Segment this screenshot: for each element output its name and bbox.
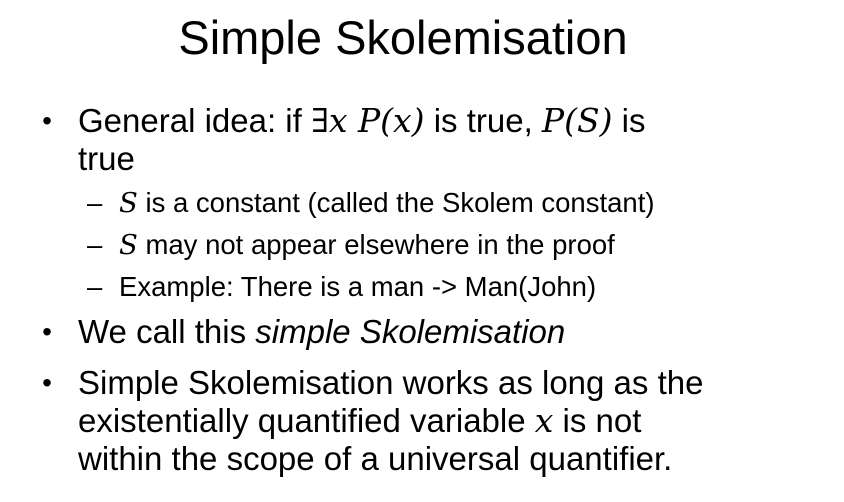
bullet-dot-icon: • xyxy=(42,316,52,347)
bullet-line: true xyxy=(78,140,135,177)
dash-icon: – xyxy=(87,271,103,302)
bullet-dot-icon: • xyxy=(42,105,52,136)
bullet-text: is xyxy=(612,102,646,139)
math-expression: ∃x P(x) xyxy=(310,101,425,140)
bullet-text: is not xyxy=(553,402,642,439)
subbullet-example: – Example: There is a man -> Man(John) xyxy=(87,270,819,304)
subbullet-text: is a constant (called the Skolem constan… xyxy=(137,187,655,218)
emphasis-text: simple Skolemisation xyxy=(255,313,566,350)
bullet-line: General idea: if ∃x P(x) is true, P(S) i… xyxy=(78,102,818,140)
subbullet-text: may not appear elsewhere in the proof xyxy=(137,229,615,260)
bullet-text: is true, xyxy=(424,102,542,139)
math-symbol: x xyxy=(534,401,554,440)
bullet-line: within the scope of a universal quantifi… xyxy=(78,440,673,477)
dash-icon: – xyxy=(87,229,103,260)
bullet-text: General idea: if xyxy=(78,102,311,139)
bullet-text: existentially quantified variable xyxy=(78,402,535,439)
bullet-dot-icon: • xyxy=(42,367,52,398)
slide: Simple Skolemisation • General idea: if … xyxy=(0,0,844,502)
slide-title: Simple Skolemisation xyxy=(178,11,628,64)
math-symbol: S xyxy=(119,229,138,261)
bullet-works-as-long-as: • Simple Skolemisation works as long as … xyxy=(42,364,818,478)
bullet-line: Simple Skolemisation works as long as th… xyxy=(78,364,704,401)
subbullet-text: Example: There is a man -> Man(John) xyxy=(119,271,597,302)
math-expression: P(S) xyxy=(541,101,613,140)
bullet-simple-skolemisation: • We call this simple Skolemisation xyxy=(42,313,818,351)
subbullet-skolem-constant: – S is a constant (called the Skolem cons… xyxy=(87,186,819,220)
subbullet-not-elsewhere: – S may not appear elsewhere in the proof xyxy=(87,228,819,262)
bullet-text: We call this xyxy=(78,313,256,350)
bullet-general-idea: • General idea: if ∃x P(x) is true, P(S)… xyxy=(42,102,818,178)
bullet-line: We call this simple Skolemisation xyxy=(78,313,818,351)
math-symbol: S xyxy=(119,187,138,219)
dash-icon: – xyxy=(87,187,103,218)
bullet-line: existentially quantified variable x is n… xyxy=(78,402,818,440)
